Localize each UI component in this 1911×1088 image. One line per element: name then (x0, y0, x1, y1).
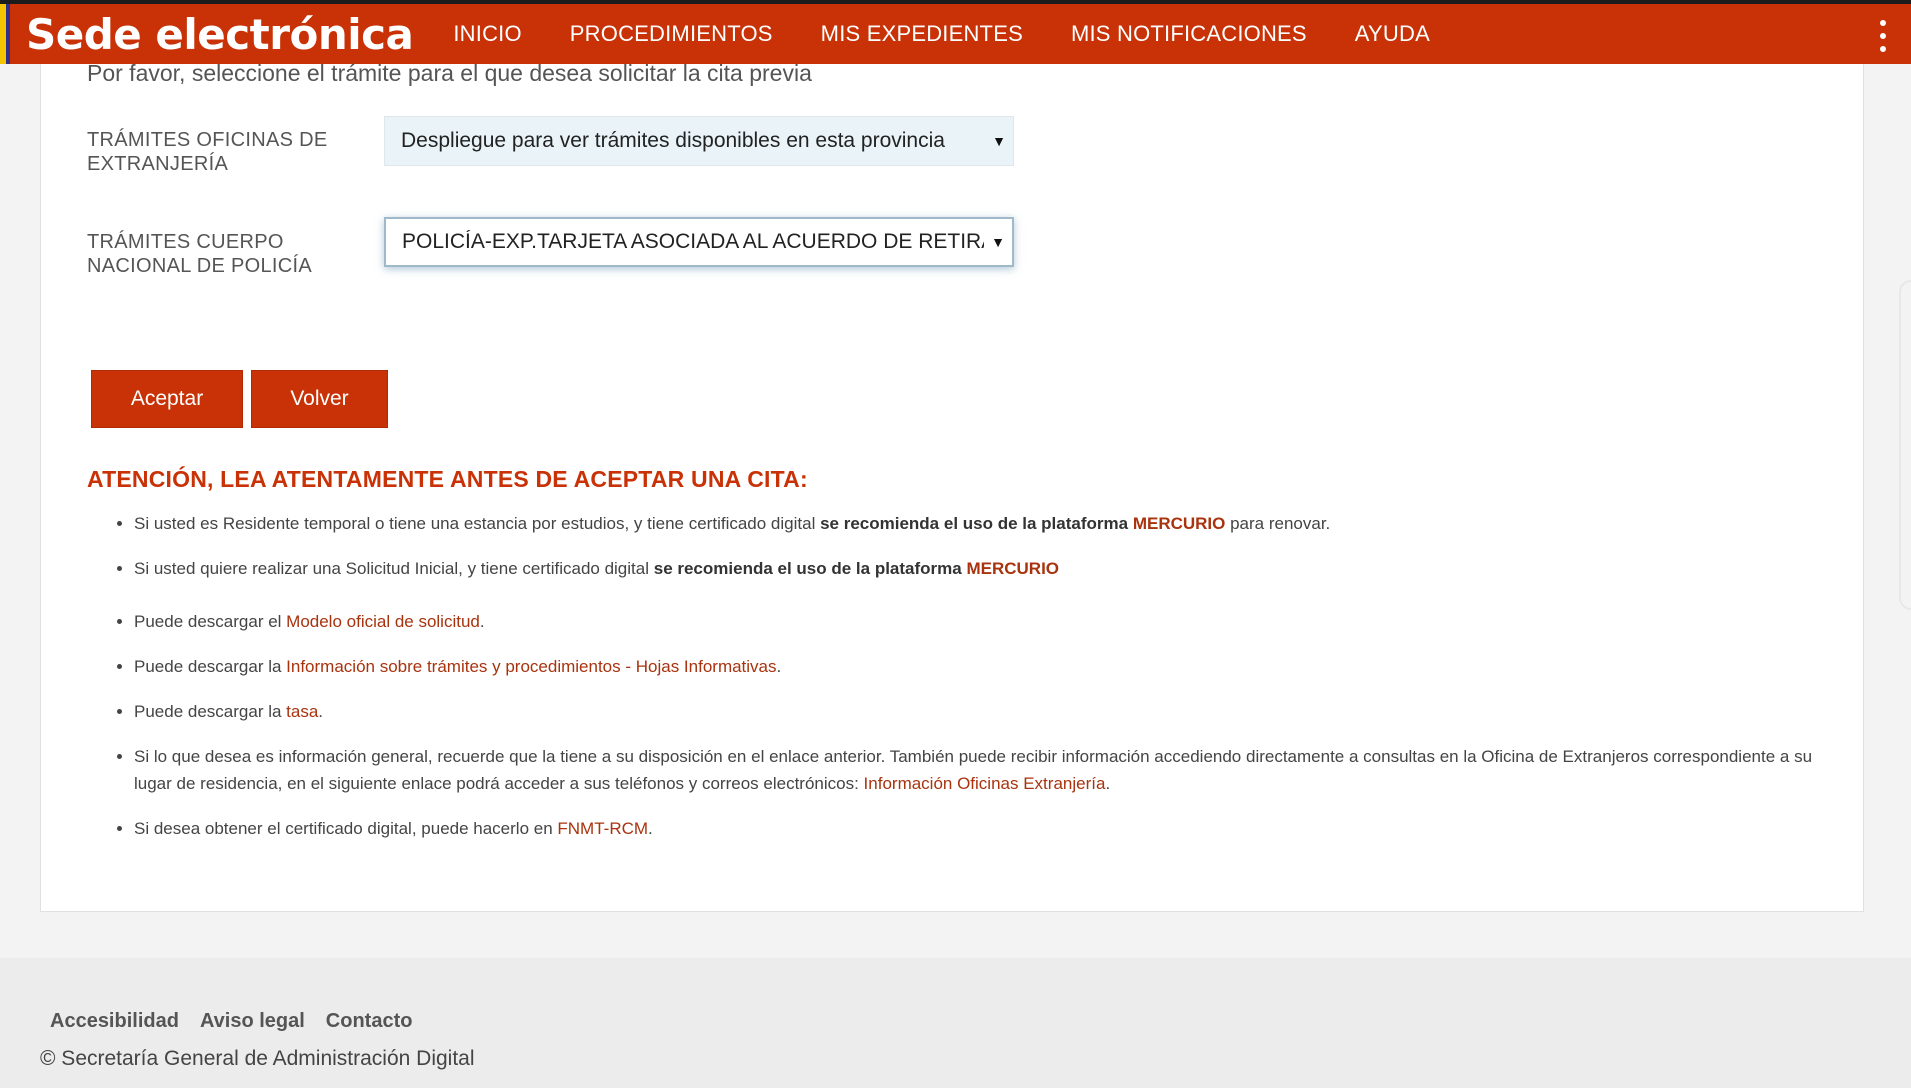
scroll-edge (1899, 280, 1911, 610)
nav-inicio[interactable]: INICIO (453, 21, 521, 47)
site-header: Sede electrónica INICIO PROCEDIMIENTOS M… (0, 0, 1911, 64)
attention-title: ATENCIÓN, LEA ATENTAMENTE ANTES DE ACEPT… (87, 466, 808, 492)
back-button[interactable]: Volver (251, 370, 388, 428)
tasa-link[interactable]: tasa (286, 702, 318, 721)
list-item: Puede descargar la Información sobre trá… (134, 653, 1814, 680)
site-footer: Accesibilidad Aviso legal Contacto © Sec… (0, 958, 1911, 1088)
main-nav: INICIO PROCEDIMIENTOS MIS EXPEDIENTES MI… (453, 21, 1430, 47)
modelo-solicitud-link[interactable]: Modelo oficial de solicitud (286, 612, 480, 631)
nav-mis-expedientes[interactable]: MIS EXPEDIENTES (821, 21, 1023, 47)
select-value: Despliegue para ver trámites disponibles… (401, 129, 945, 152)
footer-link-accesibilidad[interactable]: Accesibilidad (50, 1010, 179, 1033)
fnmt-link[interactable]: FNMT-RCM (557, 819, 648, 838)
list-item: Si desea obtener el certificado digital,… (134, 815, 1814, 842)
select-tramites-extranjeria[interactable]: Despliegue para ver trámites disponibles… (384, 116, 1014, 166)
mercurio-link[interactable]: MERCURIO (966, 559, 1059, 578)
oficinas-extranjeria-link[interactable]: Información Oficinas Extranjería (864, 774, 1106, 793)
accept-button[interactable]: Aceptar (91, 370, 243, 428)
attention-list: Si usted es Residente temporal o tiene u… (114, 510, 1814, 842)
nav-mis-notificaciones[interactable]: MIS NOTIFICACIONES (1071, 21, 1307, 47)
list-item: Si usted quiere realizar una Solicitud I… (134, 555, 1814, 582)
nav-procedimientos[interactable]: PROCEDIMIENTOS (570, 21, 773, 47)
copyright: © Secretaría General de Administración D… (40, 1047, 475, 1070)
hojas-informativas-link[interactable]: Información sobre trámites y procedimien… (286, 657, 776, 676)
dropdown-arrow-icon: ▼ (992, 133, 1006, 149)
main-panel: Por favor, seleccione el trámite para el… (40, 60, 1864, 912)
list-item: Si lo que desea es información general, … (134, 743, 1814, 797)
dropdown-arrow-icon: ▼ (991, 234, 1005, 250)
list-item: Puede descargar la tasa. (134, 698, 1814, 725)
footer-link-aviso-legal[interactable]: Aviso legal (200, 1010, 305, 1033)
mercurio-link[interactable]: MERCURIO (1133, 514, 1226, 533)
select-tramites-policia[interactable]: POLICÍA-EXP.TARJETA ASOCIADA AL ACUERDO … (384, 217, 1014, 267)
list-item: Puede descargar el Modelo oficial de sol… (134, 608, 1814, 635)
footer-links: Accesibilidad Aviso legal Contacto (50, 1010, 412, 1033)
intro-text: Por favor, seleccione el trámite para el… (87, 60, 812, 86)
flag-strip (0, 4, 10, 64)
list-item: Si usted es Residente temporal o tiene u… (134, 510, 1814, 537)
footer-link-contacto[interactable]: Contacto (326, 1010, 413, 1033)
label-tramites-policia: TRÁMITES CUERPO NACIONAL DE POLICÍA (87, 231, 313, 277)
label-tramites-extranjeria: TRÁMITES OFICINAS DE EXTRANJERÍA (87, 129, 328, 175)
site-brand[interactable]: Sede electrónica (26, 10, 414, 59)
more-menu-icon[interactable] (1879, 20, 1887, 52)
select-value: POLICÍA-EXP.TARJETA ASOCIADA AL ACUERDO … (402, 230, 984, 253)
nav-ayuda[interactable]: AYUDA (1355, 21, 1430, 47)
